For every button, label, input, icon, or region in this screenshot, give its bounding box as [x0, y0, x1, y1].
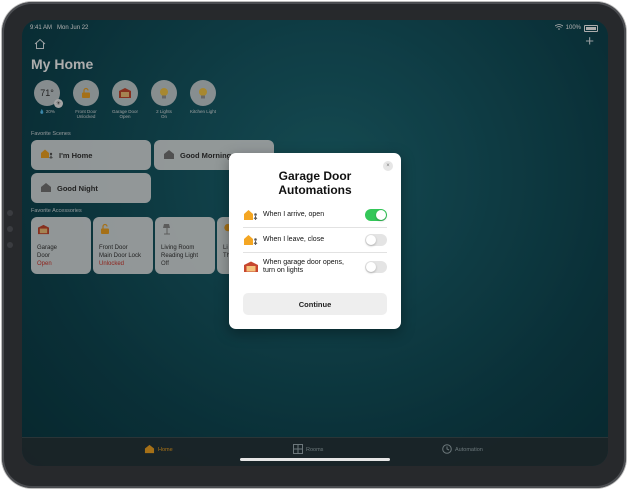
side-buttons: [7, 210, 13, 248]
home-indicator[interactable]: [240, 458, 390, 461]
automation-label: When garage door opens, turn on lights: [263, 259, 344, 274]
garage-icon: [243, 260, 259, 274]
leave-close-toggle[interactable]: [365, 234, 387, 246]
automation-label: When I leave, close: [263, 236, 325, 243]
garage-lights-toggle[interactable]: [365, 261, 387, 273]
row-divider: [243, 227, 387, 228]
arrive-icon: [243, 208, 259, 222]
automation-row-leave: When I leave, close: [243, 233, 387, 247]
continue-button[interactable]: Continue: [243, 293, 387, 315]
arrive-open-toggle[interactable]: [365, 209, 387, 221]
leave-icon: [243, 233, 259, 247]
row-divider: [243, 252, 387, 253]
automation-row-arrive: When I arrive, open: [243, 208, 387, 222]
automation-label: When I arrive, open: [263, 211, 325, 218]
automation-dialog: × Garage Door Automations When I arrive,…: [229, 153, 401, 329]
dialog-title: Garage Door Automations: [278, 169, 352, 197]
automation-row-lights: When garage door opens, turn on lights: [243, 259, 387, 275]
